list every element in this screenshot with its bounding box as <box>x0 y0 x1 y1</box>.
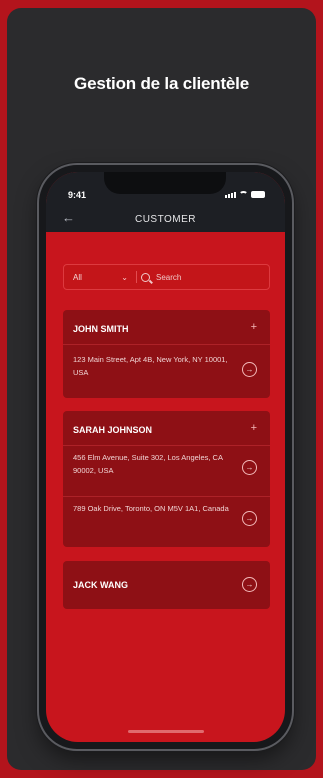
customer-name: SARAH JOHNSON <box>73 425 153 435</box>
add-address-icon[interactable]: + <box>251 321 257 333</box>
phone-notch <box>104 172 226 194</box>
card-divider <box>63 445 270 446</box>
arrow-right-icon[interactable]: → <box>242 577 257 592</box>
arrow-right-icon[interactable]: → <box>242 362 257 377</box>
status-icons <box>225 191 265 198</box>
arrow-right-icon[interactable]: → <box>242 460 257 475</box>
signal-icon <box>225 192 236 198</box>
battery-icon <box>251 191 265 198</box>
page-headline: Gestion de la clientèle <box>74 74 249 93</box>
customer-name: JACK WANG <box>73 580 129 590</box>
customer-name: JOHN SMITH <box>73 324 129 334</box>
phone-screen: 9:41 ← CUSTOMER All ⌄ Search JOHN SMITH … <box>46 172 285 742</box>
add-address-icon[interactable]: + <box>251 422 257 434</box>
filter-select[interactable]: All ⌄ <box>64 265 136 289</box>
search-input[interactable]: Search <box>137 272 182 282</box>
customer-card: JOHN SMITH + 123 Main Street, Apt 4B, Ne… <box>63 310 270 398</box>
search-icon <box>141 272 150 282</box>
phone-frame: 9:41 ← CUSTOMER All ⌄ Search JOHN SMITH … <box>39 165 292 749</box>
showcase-card: Gestion de la clientèle 9:41 ← CUSTOMER … <box>7 8 316 770</box>
search-bar: All ⌄ Search <box>63 264 270 290</box>
address-text: 123 Main Street, Apt 4B, New York, NY 10… <box>73 355 228 377</box>
card-divider <box>63 344 270 345</box>
address-text: 456 Elm Avenue, Suite 302, Los Angeles, … <box>73 453 223 475</box>
wifi-icon <box>239 191 248 198</box>
address-text: 789 Oak Drive, Toronto, ON M5V 1A1, Cana… <box>73 504 229 513</box>
screen-title: CUSTOMER <box>134 214 197 225</box>
arrow-right-icon[interactable]: → <box>242 511 257 526</box>
chevron-down-icon: ⌄ <box>121 272 128 282</box>
customer-card[interactable]: JACK WANG → <box>63 561 270 609</box>
status-time: 9:41 <box>68 190 87 200</box>
card-divider <box>63 496 270 497</box>
search-placeholder: Search <box>156 272 182 282</box>
home-indicator <box>128 730 204 733</box>
customer-card: SARAH JOHNSON + 456 Elm Avenue, Suite 30… <box>63 411 270 547</box>
filter-value: All <box>73 272 82 282</box>
